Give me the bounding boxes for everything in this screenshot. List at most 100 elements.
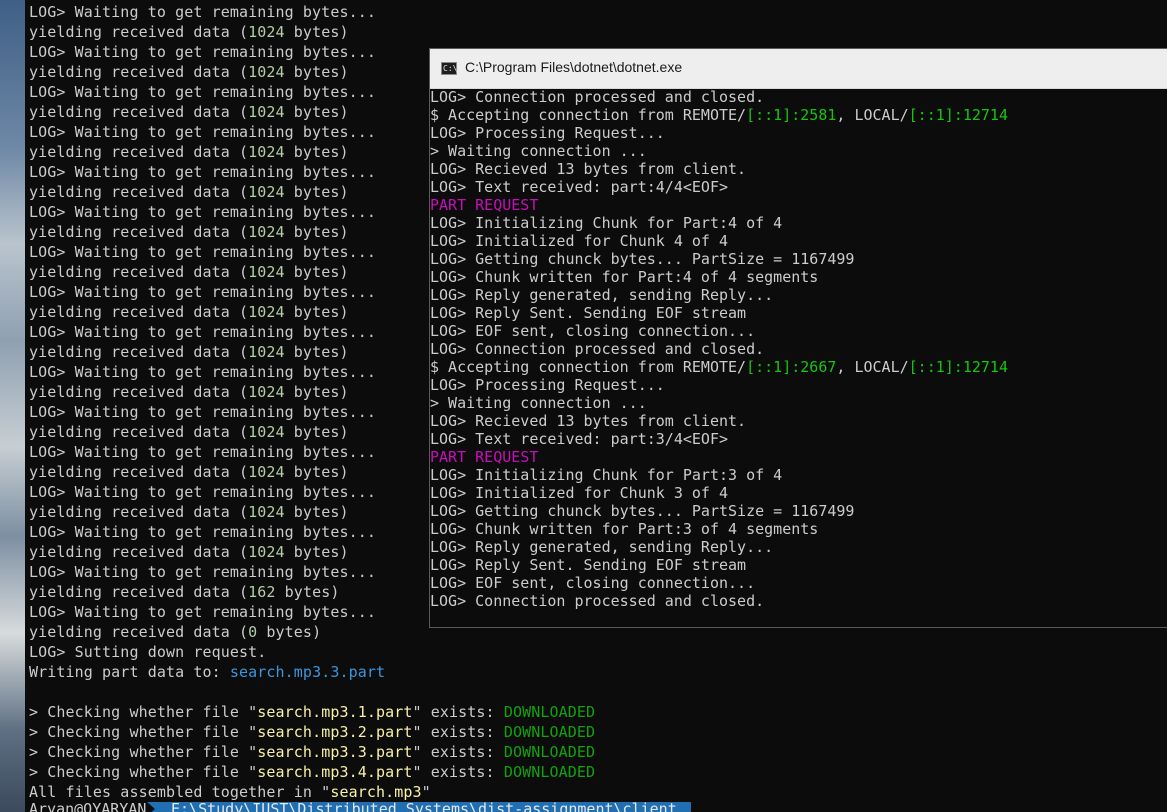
server-line: LOG> Processing Request... bbox=[430, 124, 1008, 142]
server-line-segment: LOG> Recieved 13 bytes from client. bbox=[430, 160, 747, 178]
client-line-segment: 1024 bbox=[248, 303, 285, 321]
client-line: LOG> Sutting down request. bbox=[29, 642, 595, 662]
client-line-segment: 1024 bbox=[248, 503, 285, 521]
server-line: PART REQUEST bbox=[430, 448, 1008, 466]
client-line-segment: LOG> Waiting to get remaining bytes... bbox=[29, 363, 376, 381]
shell-prompt[interactable]: Aryan@QYARYAN E:\Study\IUST\Distributed … bbox=[25, 800, 1167, 812]
client-line-segment: > Checking whether file " bbox=[29, 763, 258, 781]
server-line-segment: LOG> Chunk written for Part:3 of 4 segme… bbox=[430, 520, 819, 538]
client-line-segment: LOG> Waiting to get remaining bytes... bbox=[29, 443, 376, 461]
server-line: PART REQUEST bbox=[430, 196, 1008, 214]
server-line-segment: > Waiting connection ... bbox=[430, 142, 647, 160]
client-line-segment: " exists: bbox=[412, 743, 504, 761]
server-line-segment: PART REQUEST bbox=[430, 448, 539, 466]
client-line-segment: yielding received data ( bbox=[29, 343, 249, 361]
client-line-segment: " exists: bbox=[412, 763, 504, 781]
client-line-segment: 1024 bbox=[248, 143, 285, 161]
server-line-segment: LOG> Initialized for Chunk 4 of 4 bbox=[430, 232, 729, 250]
client-line-segment: LOG> Waiting to get remaining bytes... bbox=[29, 203, 376, 221]
client-line-segment: yielding received data ( bbox=[29, 503, 249, 521]
desktop-wallpaper bbox=[0, 0, 25, 812]
server-line-segment: LOG> Processing Request... bbox=[430, 124, 665, 142]
client-line-segment: LOG> Waiting to get remaining bytes... bbox=[29, 163, 376, 181]
client-line-segment: " bbox=[421, 783, 431, 801]
server-line-segment: LOG> Chunk written for Part:4 of 4 segme… bbox=[430, 268, 819, 286]
server-line: LOG> Reply Sent. Sending EOF stream bbox=[430, 304, 1008, 322]
server-line-segment: LOG> Connection processed and closed. bbox=[430, 340, 765, 358]
server-line: LOG> Processing Request... bbox=[430, 376, 1008, 394]
client-line: > Checking whether file "search.mp3.4.pa… bbox=[29, 762, 595, 782]
client-line bbox=[29, 682, 595, 702]
server-line: LOG> Chunk written for Part:3 of 4 segme… bbox=[430, 520, 1008, 538]
client-line-segment: DOWNLOADED bbox=[503, 723, 596, 741]
server-line-segment: LOG> Text received: part:3/4<EOF> bbox=[430, 430, 729, 448]
server-line: LOG> Text received: part:3/4<EOF> bbox=[430, 430, 1008, 448]
client-line-segment: 1024 bbox=[248, 183, 285, 201]
server-output: LOG> Connection processed and closed. $ A… bbox=[430, 88, 1008, 610]
server-line: LOG> Chunk written for Part:4 of 4 segme… bbox=[430, 268, 1008, 286]
client-line-segment: DOWNLOADED bbox=[503, 703, 596, 721]
client-line-segment: 0 bbox=[248, 623, 258, 641]
client-line-segment: bytes) bbox=[284, 463, 349, 481]
dotnet-server-window[interactable]: C:\ C:\Program Files\dotnet\dotnet.exe L… bbox=[429, 48, 1167, 628]
client-line-segment: yielding received data ( bbox=[29, 263, 249, 281]
client-line-segment: search.mp3.1.part bbox=[257, 703, 413, 721]
client-line-segment: yielding received data ( bbox=[29, 383, 249, 401]
client-line-segment: search.mp3 bbox=[330, 783, 422, 801]
client-line-segment: 1024 bbox=[248, 103, 285, 121]
server-line: LOG> Initializing Chunk for Part:4 of 4 bbox=[430, 214, 1008, 232]
client-line-segment: yielding received data ( bbox=[29, 463, 249, 481]
client-line: Writing part data to: search.mp3.3.part bbox=[29, 662, 595, 682]
window-titlebar[interactable]: C:\ C:\Program Files\dotnet\dotnet.exe bbox=[430, 49, 1167, 89]
client-line-segment: LOG> Waiting to get remaining bytes... bbox=[29, 483, 376, 501]
client-line: yielding received data (1024 bytes) bbox=[29, 22, 595, 42]
server-line-segment: LOG> Connection processed and closed. bbox=[430, 592, 765, 610]
client-line-segment: bytes) bbox=[284, 543, 349, 561]
server-line-segment: , LOCAL/ bbox=[836, 106, 909, 124]
client-line-segment: 1024 bbox=[248, 463, 285, 481]
client-line-segment: bytes) bbox=[284, 103, 349, 121]
client-line: > Checking whether file "search.mp3.2.pa… bbox=[29, 722, 595, 742]
server-line-segment: > Waiting connection ... bbox=[430, 394, 647, 412]
window-title: C:\Program Files\dotnet\dotnet.exe bbox=[465, 59, 683, 75]
client-line-segment: DOWNLOADED bbox=[503, 763, 596, 781]
client-line-segment: 162 bbox=[248, 583, 276, 601]
server-line: LOG> EOF sent, closing connection... bbox=[430, 574, 1008, 592]
server-line: LOG> Connection processed and closed. bbox=[430, 592, 1008, 610]
server-line: LOG> Getting chunck bytes... PartSize = … bbox=[430, 502, 1008, 520]
server-line-segment: [::1]:2581 bbox=[746, 106, 837, 124]
server-line: LOG> Recieved 13 bytes from client. bbox=[430, 160, 1008, 178]
client-line-segment: LOG> Waiting to get remaining bytes... bbox=[29, 243, 376, 261]
server-line: LOG> Recieved 13 bytes from client. bbox=[430, 412, 1008, 430]
server-line: > Waiting connection ... bbox=[430, 142, 1008, 160]
server-line-segment: $ Accepting connection from REMOTE/ bbox=[430, 106, 747, 124]
client-line-segment: yielding received data ( bbox=[29, 423, 249, 441]
server-line-segment: LOG> EOF sent, closing connection... bbox=[430, 322, 756, 340]
client-line-segment: 1024 bbox=[248, 543, 285, 561]
client-line: LOG> Waiting to get remaining bytes... bbox=[29, 2, 595, 22]
server-line: LOG> Initialized for Chunk 3 of 4 bbox=[430, 484, 1008, 502]
server-line: > Waiting connection ... bbox=[430, 394, 1008, 412]
client-line-segment: yielding received data ( bbox=[29, 543, 249, 561]
client-line-segment: LOG> Waiting to get remaining bytes... bbox=[29, 123, 376, 141]
server-line-segment: LOG> EOF sent, closing connection... bbox=[430, 574, 756, 592]
server-line: LOG> Reply generated, sending Reply... bbox=[430, 286, 1008, 304]
client-line-segment: bytes) bbox=[257, 623, 322, 641]
client-line-segment: 1024 bbox=[248, 383, 285, 401]
server-line-segment: [::1]:12714 bbox=[908, 106, 1008, 124]
client-line-segment: search.mp3.4.part bbox=[257, 763, 413, 781]
client-line-segment: LOG> Waiting to get remaining bytes... bbox=[29, 3, 376, 21]
client-line-segment: 1024 bbox=[248, 263, 285, 281]
client-line-segment: yielding received data ( bbox=[29, 183, 249, 201]
client-line-segment: bytes) bbox=[284, 263, 349, 281]
server-line-segment: LOG> Connection processed and closed. bbox=[430, 88, 765, 106]
server-line-segment: LOG> Processing Request... bbox=[430, 376, 665, 394]
server-line-segment: $ Accepting connection from REMOTE/ bbox=[430, 358, 747, 376]
client-line-segment: LOG> Waiting to get remaining bytes... bbox=[29, 283, 376, 301]
client-line-segment: yielding received data ( bbox=[29, 583, 249, 601]
server-line-segment: PART REQUEST bbox=[430, 196, 539, 214]
server-line: LOG> Connection processed and closed. bbox=[430, 88, 1008, 106]
client-line-segment: " exists: bbox=[412, 703, 504, 721]
client-line-segment: yielding received data ( bbox=[29, 223, 249, 241]
client-line-segment: > Checking whether file " bbox=[29, 743, 258, 761]
